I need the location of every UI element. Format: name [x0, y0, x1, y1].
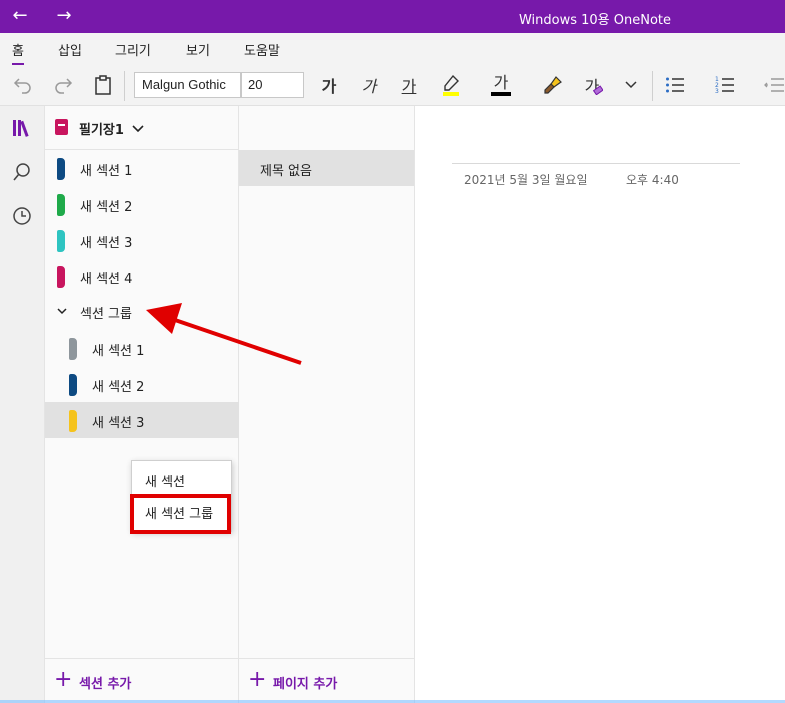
undo-button[interactable]: [10, 73, 36, 97]
section-label: 새 섹션 3: [80, 236, 133, 251]
italic-button[interactable]: 가: [358, 73, 380, 97]
section-label: 새 섹션 3: [92, 416, 145, 431]
chevron-down-icon: [132, 125, 144, 133]
section-label: 새 섹션 1: [80, 164, 133, 179]
clock-icon: [13, 207, 31, 225]
group-section-item[interactable]: 새 섹션 2: [45, 366, 239, 402]
notebook-header[interactable]: 필기장1: [45, 106, 239, 150]
underline-button[interactable]: 가: [398, 73, 420, 97]
font-color-button[interactable]: 가: [489, 73, 513, 97]
font-size-input[interactable]: 20: [241, 72, 304, 98]
page-title: 제목 없음: [260, 164, 312, 179]
back-button[interactable]: ←: [8, 6, 32, 28]
more-formatting-dropdown[interactable]: [620, 73, 642, 97]
numbering-button[interactable]: 123: [712, 73, 738, 97]
recent-notes-button[interactable]: [8, 202, 36, 230]
redo-button[interactable]: [50, 73, 76, 97]
section-label: 새 섹션 4: [80, 272, 133, 287]
page-date: 2021년 5월 3일 월요일: [464, 173, 588, 187]
font-color-swatch: [491, 92, 511, 96]
chevron-down-icon: [625, 81, 637, 89]
chevron-down-icon: [57, 308, 67, 315]
section-label: 새 섹션 2: [92, 380, 145, 395]
bullet-list-icon: [666, 77, 684, 93]
add-page-label: 페이지 추가: [273, 677, 338, 692]
add-section-label: 섹션 추가: [79, 677, 132, 692]
add-section-button[interactable]: + 섹션 추가: [45, 658, 239, 703]
numbered-list-icon: 123: [715, 76, 734, 95]
notebook-icon: [55, 119, 68, 135]
clear-formatting-button[interactable]: 가: [581, 73, 607, 97]
tab-view[interactable]: 보기: [186, 40, 210, 59]
ribbon-toolbar: Malgun Gothic 20 가 가 가 가 가 123: [0, 65, 785, 106]
section-label: 새 섹션 1: [92, 344, 145, 359]
tab-help[interactable]: 도움말: [244, 40, 280, 59]
section-color-tab: [69, 410, 77, 432]
decrease-indent-button[interactable]: [762, 73, 785, 97]
format-painter-button[interactable]: [541, 73, 565, 97]
group-section-item-selected[interactable]: 새 섹션 3: [45, 402, 239, 438]
search-button[interactable]: [8, 158, 36, 186]
search-icon: [13, 163, 30, 181]
menu-item-new-section[interactable]: 새 섹션: [132, 463, 231, 495]
eraser-icon: [593, 85, 604, 95]
back-arrow-icon: ←: [12, 5, 28, 26]
section-label: 새 섹션 2: [80, 200, 133, 215]
tab-home[interactable]: 홈: [12, 40, 24, 65]
font-color-glyph: 가: [493, 73, 509, 92]
section-color-tab: [69, 338, 77, 360]
forward-arrow-icon: →: [56, 5, 72, 26]
plus-icon: +: [248, 667, 267, 692]
section-color-tab: [57, 158, 65, 180]
section-item[interactable]: 새 섹션 3: [45, 222, 239, 258]
bold-button[interactable]: 가: [318, 73, 340, 97]
highlighter-icon: [443, 74, 459, 96]
highlight-button[interactable]: [438, 73, 464, 97]
svg-text:3: 3: [715, 88, 719, 95]
paintbrush-icon: [544, 76, 562, 94]
section-color-tab: [69, 374, 77, 396]
navigation-rail: [0, 106, 45, 703]
page-list-panel: 제목 없음 + 페이지 추가: [239, 106, 415, 703]
redo-icon: [55, 78, 73, 94]
undo-icon: [13, 78, 31, 94]
page-time: 오후 4:40: [626, 173, 679, 187]
section-item[interactable]: 새 섹션 1: [45, 150, 239, 186]
window-title: Windows 10용 OneNote: [518, 13, 672, 28]
notebooks-button[interactable]: [8, 114, 36, 142]
section-item[interactable]: 새 섹션 2: [45, 186, 239, 222]
font-name-input[interactable]: Malgun Gothic: [134, 72, 241, 98]
forward-button[interactable]: →: [52, 6, 76, 28]
bullets-button[interactable]: [662, 73, 688, 97]
toolbar-divider: [652, 71, 653, 101]
ribbon-tabs: 홈 삽입 그리기 보기 도움말: [0, 33, 785, 65]
library-icon: [13, 120, 29, 137]
title-bar: ← → Windows 10용 OneNote: [0, 0, 785, 33]
title-underline: [452, 163, 740, 164]
plus-icon: +: [54, 667, 73, 692]
tab-draw[interactable]: 그리기: [115, 40, 151, 59]
section-color-tab: [57, 266, 65, 288]
clipboard-icon: [95, 75, 111, 95]
section-color-tab: [57, 194, 65, 216]
annotation-highlight-box: [130, 494, 231, 534]
note-canvas[interactable]: 2021년 5월 3일 월요일 오후 4:40: [415, 106, 785, 703]
menu-item-label: 새 섹션: [145, 475, 186, 490]
section-item[interactable]: 새 섹션 4: [45, 258, 239, 294]
section-list-panel: 필기장1 새 섹션 1 새 섹션 2 새 섹션 3 새 섹션 4 섹션 그룹 새…: [45, 106, 239, 703]
section-group-label: 섹션 그룹: [80, 307, 132, 322]
paste-button[interactable]: [90, 73, 116, 97]
group-section-item[interactable]: 새 섹션 1: [45, 330, 239, 366]
notebook-name: 필기장1: [79, 123, 124, 138]
toolbar-divider: [124, 71, 125, 101]
outdent-icon: [763, 78, 784, 92]
add-page-button[interactable]: + 페이지 추가: [239, 658, 415, 703]
tab-insert[interactable]: 삽입: [58, 40, 82, 59]
section-color-tab: [57, 230, 65, 252]
page-item-selected[interactable]: 제목 없음: [239, 150, 414, 186]
section-group-item[interactable]: 섹션 그룹: [45, 296, 239, 328]
